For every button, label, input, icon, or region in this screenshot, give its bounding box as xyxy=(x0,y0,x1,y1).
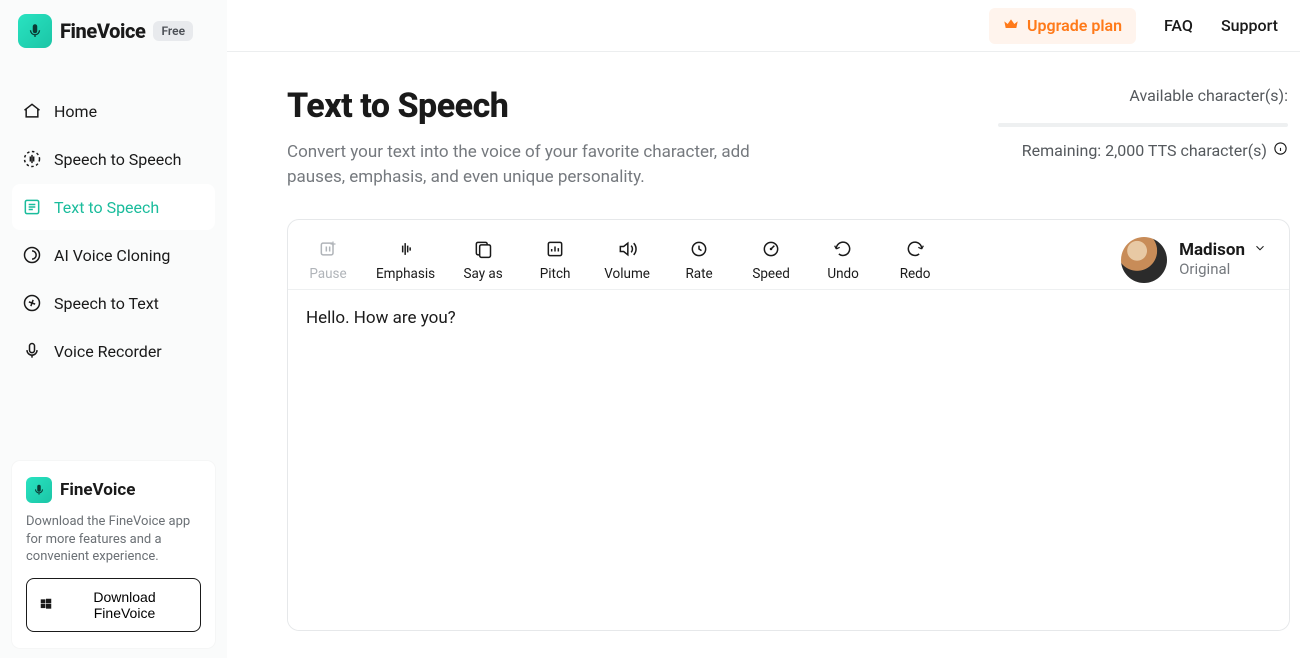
chevron-down-icon xyxy=(1253,241,1267,261)
tool-label: Emphasis xyxy=(376,266,435,282)
voice-name: Madison xyxy=(1179,241,1245,261)
sidebar-item-label: AI Voice Cloning xyxy=(54,246,170,265)
promo-title: FineVoice xyxy=(60,480,135,500)
sidebar-item-home[interactable]: Home xyxy=(12,88,215,134)
quota-remaining: Remaining: 2,000 TTS character(s) xyxy=(1022,141,1267,160)
pause-insert-icon xyxy=(318,238,338,260)
quota-block: Available character(s): Remaining: 2,000… xyxy=(998,86,1288,160)
redo-icon xyxy=(905,238,925,260)
sayas-icon xyxy=(473,238,493,260)
sidebar-item-text-to-speech[interactable]: Text to Speech xyxy=(12,184,215,230)
tts-text-input[interactable] xyxy=(288,290,1289,630)
sidebar: FineVoice Free Home Speech to Speech xyxy=(0,0,227,658)
pitch-icon xyxy=(545,238,565,260)
sidebar-nav: Home Speech to Speech Text to Speech AI … xyxy=(4,88,223,374)
home-icon xyxy=(22,101,42,121)
undo-icon xyxy=(833,238,853,260)
tool-emphasis[interactable]: Emphasis xyxy=(376,238,435,282)
transcribe-icon xyxy=(22,293,42,313)
speed-icon xyxy=(761,238,781,260)
voice-selector[interactable]: Madison Original xyxy=(1121,237,1273,283)
brand-name: FineVoice xyxy=(60,19,145,43)
tool-redo[interactable]: Redo xyxy=(891,238,939,282)
sidebar-item-label: Speech to Text xyxy=(54,294,159,313)
upgrade-label: Upgrade plan xyxy=(1027,16,1122,35)
info-icon[interactable] xyxy=(1273,141,1288,160)
quota-progress-bar xyxy=(998,123,1288,127)
tool-label: Undo xyxy=(827,266,859,282)
quota-available-label: Available character(s): xyxy=(998,86,1288,105)
tool-pitch[interactable]: Pitch xyxy=(531,238,579,282)
volume-icon xyxy=(617,238,637,260)
download-promo: FineVoice Download the FineVoice app for… xyxy=(12,461,215,648)
tool-label: Pitch xyxy=(540,266,571,282)
tool-undo[interactable]: Undo xyxy=(819,238,867,282)
rate-icon xyxy=(689,238,709,260)
sidebar-item-voice-cloning[interactable]: AI Voice Cloning xyxy=(12,232,215,278)
sidebar-item-label: Text to Speech xyxy=(54,198,159,217)
tool-label: Speed xyxy=(752,266,790,282)
tool-label: Redo xyxy=(900,266,931,282)
download-button-label: Download FineVoice xyxy=(61,589,188,621)
support-link[interactable]: Support xyxy=(1221,16,1278,35)
tool-volume[interactable]: Volume xyxy=(603,238,651,282)
promo-description: Download the FineVoice app for more feat… xyxy=(26,513,201,566)
download-button[interactable]: Download FineVoice xyxy=(26,578,201,632)
sidebar-item-voice-recorder[interactable]: Voice Recorder xyxy=(12,328,215,374)
waveform-circle-icon xyxy=(22,149,42,169)
promo-logo xyxy=(26,477,52,503)
crown-icon xyxy=(1003,16,1019,36)
upgrade-button[interactable]: Upgrade plan xyxy=(989,8,1136,44)
tool-speed[interactable]: Speed xyxy=(747,238,795,282)
tool-label: Rate xyxy=(685,266,712,282)
clone-icon xyxy=(22,245,42,265)
sidebar-item-speech-to-text[interactable]: Speech to Text xyxy=(12,280,215,326)
sidebar-item-label: Home xyxy=(54,102,97,121)
tool-rate[interactable]: Rate xyxy=(675,238,723,282)
sidebar-item-label: Voice Recorder xyxy=(54,342,162,361)
sidebar-item-label: Speech to Speech xyxy=(54,150,181,169)
emphasis-icon xyxy=(396,238,416,260)
page-subtitle: Convert your text into the voice of your… xyxy=(287,140,807,189)
tool-label: Volume xyxy=(604,266,650,282)
voice-style: Original xyxy=(1179,261,1267,278)
voice-avatar xyxy=(1121,237,1167,283)
sidebar-item-speech-to-speech[interactable]: Speech to Speech xyxy=(12,136,215,182)
main: Upgrade plan FAQ Support Text to Speech … xyxy=(227,0,1300,658)
topbar: Upgrade plan FAQ Support xyxy=(227,0,1300,52)
text-lines-icon xyxy=(22,197,42,217)
faq-link[interactable]: FAQ xyxy=(1164,16,1193,35)
tool-label: Say as xyxy=(463,266,502,282)
editor-panel: Pause Emphasis Say as xyxy=(287,219,1290,631)
page-title: Text to Speech xyxy=(287,86,807,126)
brand-block: FineVoice Free xyxy=(4,10,223,68)
tool-label: Pause xyxy=(309,266,346,282)
brand-logo xyxy=(18,14,52,48)
editor-toolbar: Pause Emphasis Say as xyxy=(288,220,1289,290)
plan-badge: Free xyxy=(153,21,193,41)
microphone-icon xyxy=(22,341,42,361)
tool-sayas[interactable]: Say as xyxy=(459,238,507,282)
windows-icon xyxy=(39,597,53,614)
tool-pause: Pause xyxy=(304,238,352,282)
